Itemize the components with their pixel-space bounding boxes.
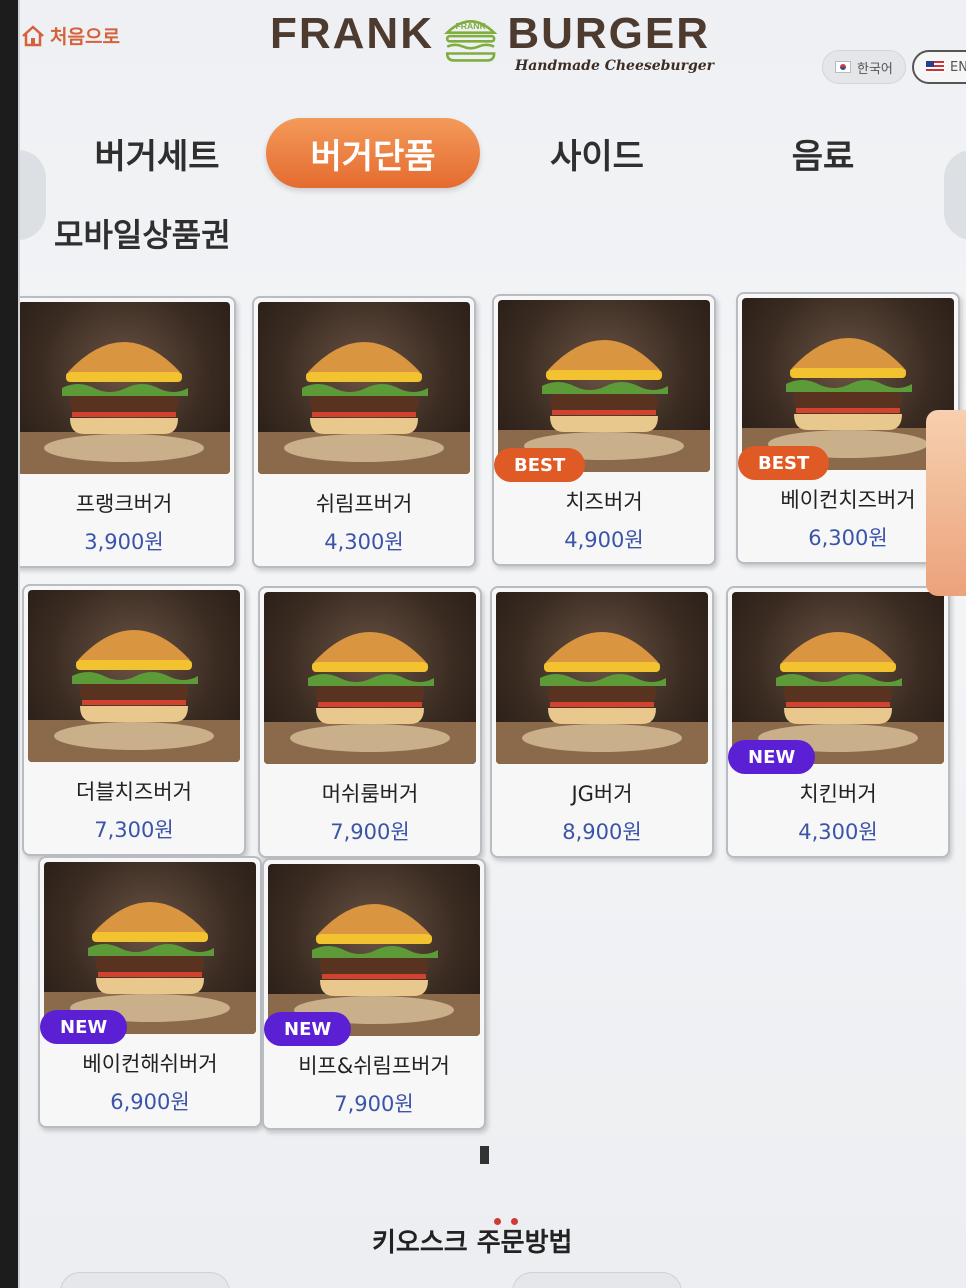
burger-image-icon (268, 904, 480, 1036)
logo-badge-text: FRANK (455, 21, 486, 31)
logo-word-burger: BURGER (507, 9, 710, 58)
product-name: 더블치즈버거 (76, 780, 192, 804)
burger-image-icon (742, 338, 954, 470)
product-card[interactable]: 프랭크버거 3,900원 (20, 296, 236, 568)
burger-photo (28, 590, 240, 762)
product-price: 8,900원 (562, 820, 642, 844)
burger-photo (496, 592, 708, 764)
bottom-button-1[interactable] (60, 1272, 230, 1288)
product-price: 3,900원 (84, 530, 164, 554)
burger-photo (498, 300, 710, 472)
burger-image-icon (264, 632, 476, 764)
product-card[interactable]: 치즈버거 4,900원 BEST (492, 294, 716, 566)
burger-image-icon (732, 632, 944, 764)
home-button[interactable]: 처음으로 (20, 22, 120, 49)
new-badge: NEW (40, 1010, 128, 1044)
burger-photo (258, 302, 470, 474)
kiosk-screen: 처음으로 FRANK FRANK BURGER Handmade Cheeseb… (18, 0, 966, 1288)
best-badge: BEST (494, 448, 586, 482)
korea-flag-icon (835, 61, 851, 73)
logo-subtitle: Handmade Cheeseburger (515, 58, 715, 74)
product-price: 4,900원 (564, 528, 644, 552)
burger-image-icon (496, 632, 708, 764)
burger-image-icon (498, 340, 710, 472)
burger-photo (742, 298, 954, 470)
guide-dots-decoration (494, 1218, 518, 1225)
product-card[interactable]: 더블치즈버거 7,300원 (22, 584, 246, 856)
product-price: 6,900원 (110, 1090, 190, 1114)
product-price: 6,300원 (808, 526, 888, 550)
burger-photo (20, 302, 230, 474)
page-indicator (480, 1146, 489, 1164)
product-price: 7,300원 (94, 818, 174, 842)
cart-side-panel[interactable] (926, 410, 966, 596)
tab-side[interactable]: 사이드 (490, 118, 704, 188)
product-name: 베이컨치즈버거 (780, 488, 916, 512)
product-name: 프랭크버거 (75, 492, 173, 516)
product-card[interactable]: JG버거 8,900원 (490, 586, 714, 858)
usa-flag-icon (926, 61, 944, 73)
new-badge: NEW (728, 740, 816, 774)
kiosk-order-guide-button[interactable]: 키오스크 주문방법 (372, 1222, 572, 1259)
burger-image-icon (28, 630, 240, 762)
tab-mobile-voucher[interactable]: 모바일상품권 (54, 210, 231, 256)
burger-photo (44, 862, 256, 1034)
language-english-label: EN (950, 59, 966, 75)
product-price: 7,900원 (330, 820, 410, 844)
product-name: 치킨버거 (799, 782, 877, 806)
product-card[interactable]: 머쉬룸버거 7,900원 (258, 586, 482, 858)
burger-image-icon (44, 902, 256, 1034)
product-name: 치즈버거 (565, 490, 643, 514)
home-label: 처음으로 (50, 26, 120, 48)
burger-photo (264, 592, 476, 764)
burger-photo (732, 592, 944, 764)
product-name: 비프&쉬림프버거 (298, 1054, 450, 1078)
language-korean-button[interactable]: 한국어 (822, 50, 906, 84)
burger-logo-icon: FRANK (443, 20, 498, 62)
burger-image-icon (258, 342, 470, 474)
language-english-button[interactable]: EN (912, 50, 966, 84)
best-badge: BEST (738, 446, 830, 480)
product-name: JG버거 (571, 782, 633, 806)
tab-single-burger[interactable]: 버거단품 (266, 118, 480, 188)
home-icon (22, 24, 44, 46)
product-card[interactable]: 베이컨해쉬버거 6,900원 NEW (38, 856, 262, 1128)
new-badge: NEW (264, 1012, 352, 1046)
product-card[interactable]: 쉬림프버거 4,300원 (252, 296, 476, 568)
tab-drink[interactable]: 음료 (716, 118, 930, 188)
burger-image-icon (20, 342, 230, 474)
language-korean-label: 한국어 (857, 61, 893, 77)
category-tabs: 버거세트 버거단품 사이드 음료 (20, 118, 966, 188)
bottom-button-2[interactable] (512, 1272, 682, 1288)
product-card[interactable]: 비프&쉬림프버거 7,900원 NEW (262, 858, 486, 1130)
tab-burger-set[interactable]: 버거세트 (50, 118, 264, 188)
burger-photo (268, 864, 480, 1036)
product-card[interactable]: 치킨버거 4,300원 NEW (726, 586, 950, 858)
product-name: 베이컨해쉬버거 (82, 1052, 218, 1076)
product-price: 4,300원 (798, 820, 878, 844)
product-name: 쉬림프버거 (315, 492, 413, 516)
logo-word-frank: FRANK (270, 9, 434, 58)
product-price: 7,900원 (334, 1092, 414, 1116)
product-name: 머쉬룸버거 (321, 782, 419, 806)
product-price: 4,300원 (324, 530, 404, 554)
